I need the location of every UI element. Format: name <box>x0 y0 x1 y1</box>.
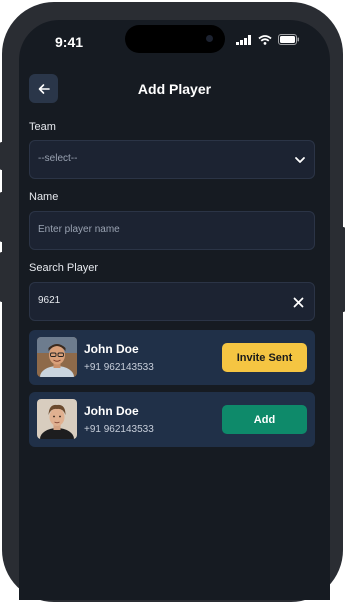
wifi-icon <box>258 34 272 45</box>
search-label: Search Player <box>29 262 99 274</box>
camera-icon <box>206 35 213 42</box>
player-card: John Doe +91 962143533 Add <box>29 392 315 447</box>
team-select[interactable]: --select-- <box>29 140 315 179</box>
side-button <box>0 192 3 242</box>
player-card: John Doe +91 962143533 Invite Sent <box>29 330 315 385</box>
dynamic-island <box>125 25 225 53</box>
player-phone: +91 962143533 <box>84 362 154 373</box>
search-value: 9621 <box>38 295 61 306</box>
close-icon[interactable] <box>293 297 304 308</box>
player-name: John Doe <box>84 342 139 356</box>
status-icons <box>236 34 300 45</box>
add-player-button[interactable]: Add <box>222 405 307 434</box>
status-time: 9:41 <box>55 34 84 50</box>
player-name-input[interactable]: Enter player name <box>29 211 315 250</box>
name-label: Name <box>29 191 59 203</box>
side-button <box>0 142 3 170</box>
battery-icon <box>278 34 299 45</box>
invite-sent-button[interactable]: Invite Sent <box>222 343 307 372</box>
phone-frame: 9:41 Add Player Team --select-- Name Ent… <box>0 2 345 602</box>
side-button <box>0 252 3 302</box>
player-name: John Doe <box>84 404 139 418</box>
chevron-down-icon <box>295 157 305 163</box>
app-screen: 9:41 Add Player Team --select-- Name Ent… <box>19 20 330 600</box>
team-select-value: --select-- <box>38 153 78 164</box>
signal-icon <box>236 34 251 45</box>
player-phone: +91 962143533 <box>84 424 154 435</box>
team-label: Team <box>29 121 56 133</box>
avatar <box>37 337 77 377</box>
player-name-placeholder: Enter player name <box>38 224 120 235</box>
search-input[interactable]: 9621 <box>29 282 315 321</box>
page-title: Add Player <box>137 81 212 97</box>
avatar <box>37 399 77 439</box>
